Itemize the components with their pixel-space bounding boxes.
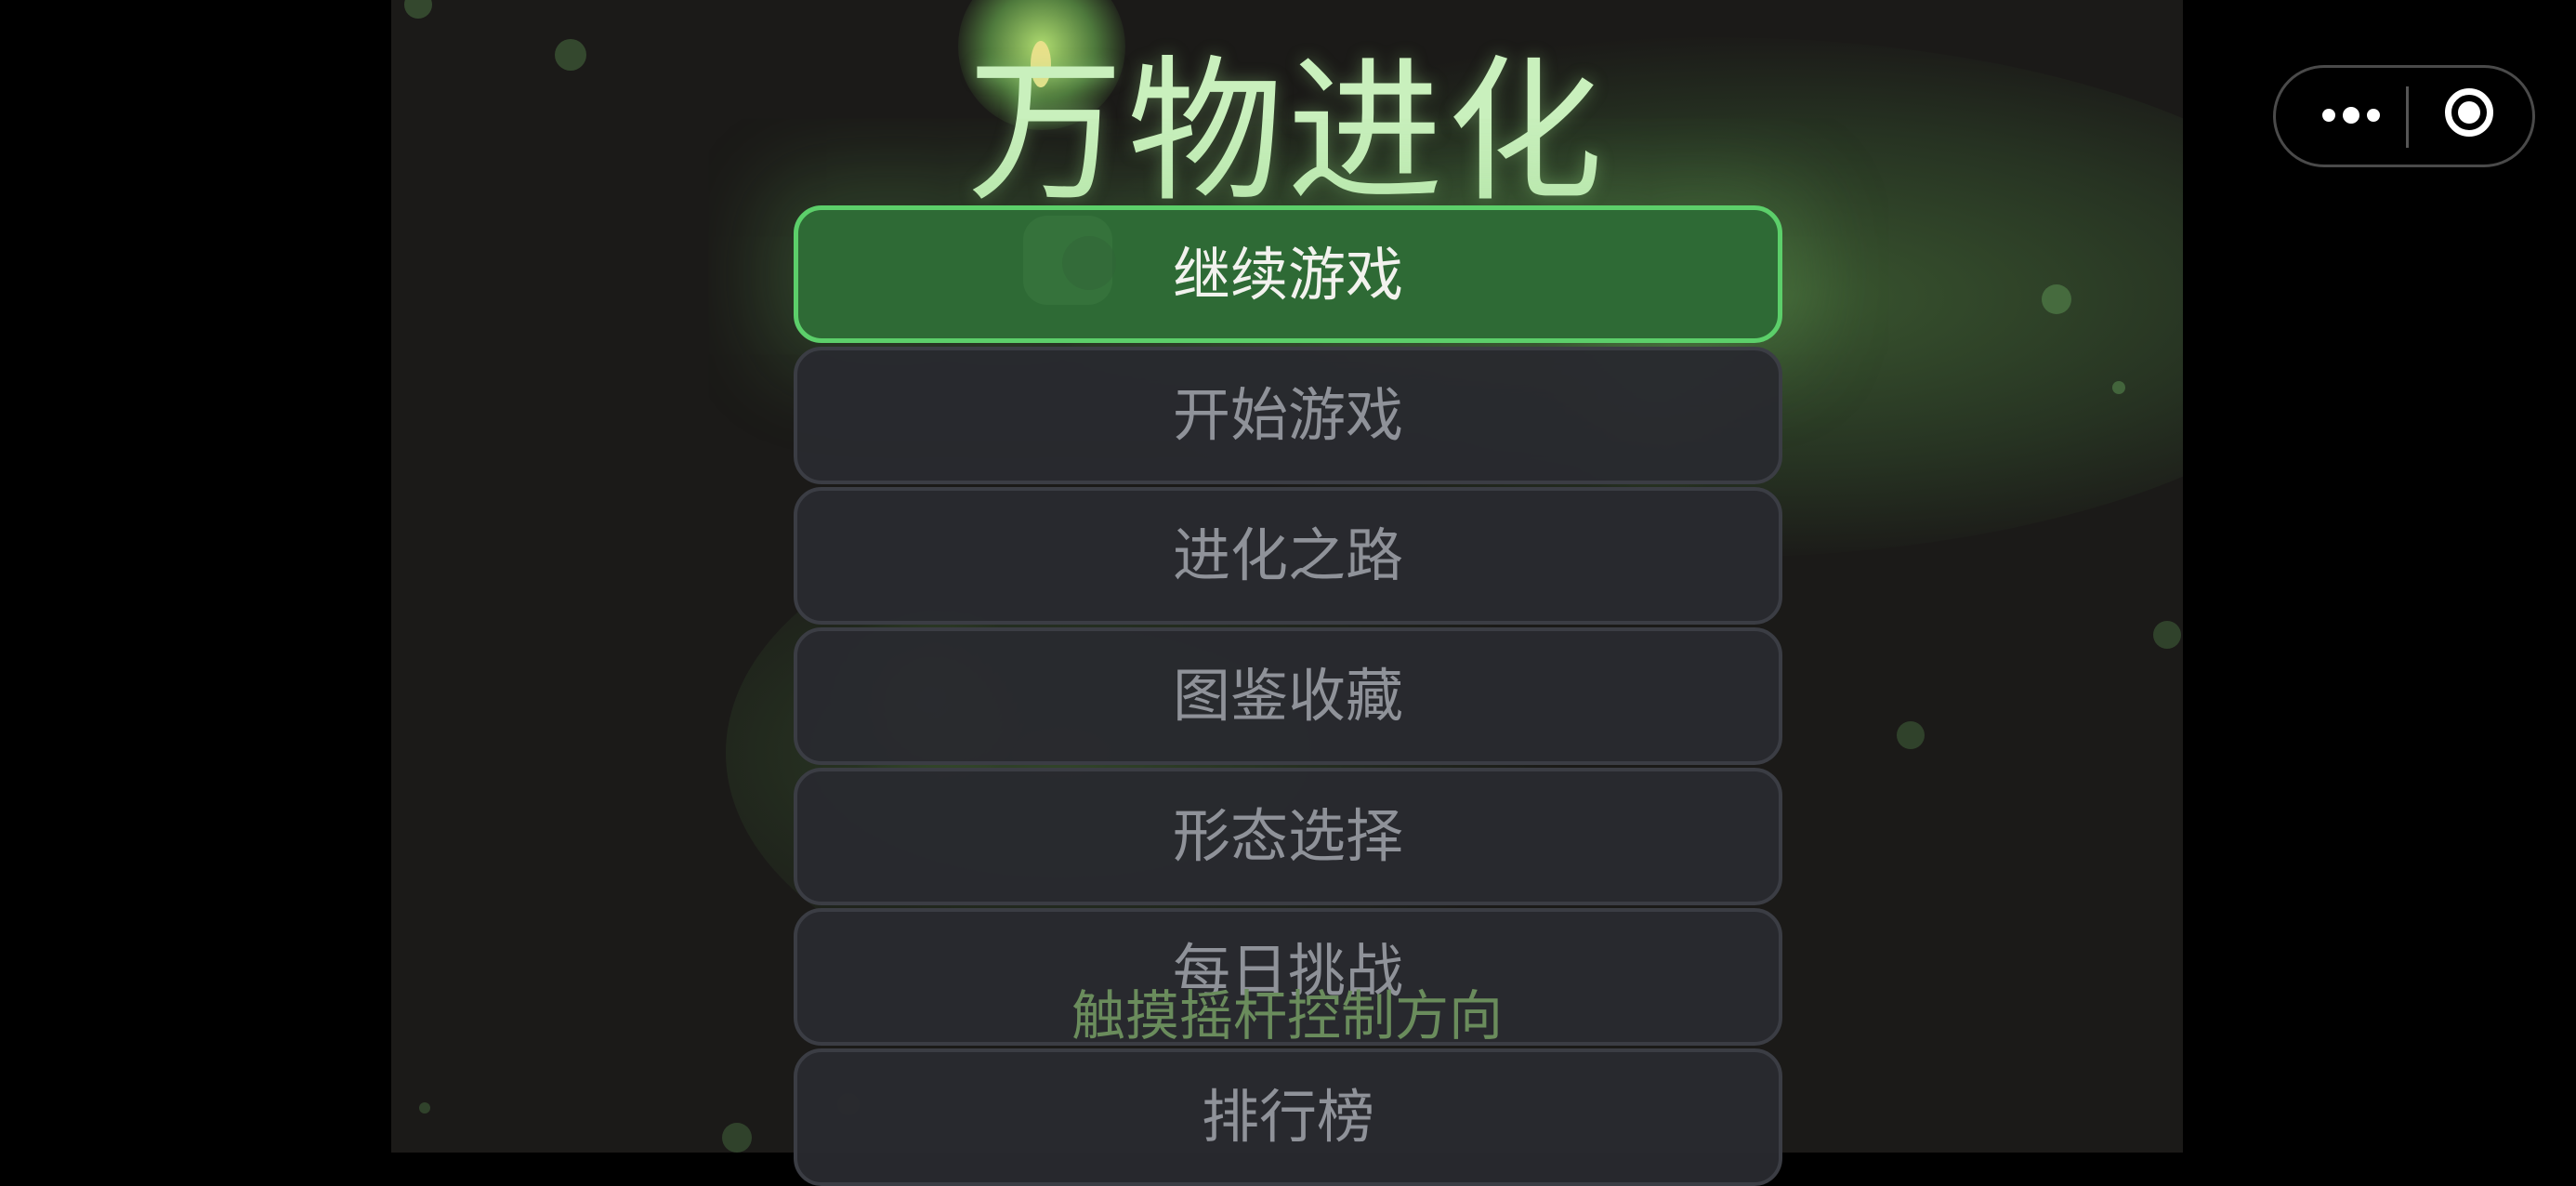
start-game-button[interactable]: 开始游戏 (794, 347, 1782, 484)
continue-game-button[interactable]: 继续游戏 (794, 205, 1782, 343)
leaderboard-button[interactable]: 排行榜 (794, 1048, 1782, 1186)
collection-button[interactable]: 图鉴收藏 (794, 627, 1782, 765)
form-select-button[interactable]: 形态选择 (794, 768, 1782, 905)
main-menu: 继续游戏 开始游戏 进化之路 图鉴收藏 形态选择 每日挑战 排行榜 触摸摇杆控制… (391, 0, 2183, 1186)
logo-watermark-cutout (1062, 236, 1116, 290)
mini-program-capsule (2273, 65, 2535, 167)
capsule-divider (2406, 86, 2409, 148)
more-dots-icon[interactable] (2307, 68, 2400, 165)
evolution-path-button[interactable]: 进化之路 (794, 487, 1782, 625)
control-hint: 触摸摇杆控制方向 (1071, 984, 1503, 1048)
target-close-icon[interactable] (2426, 68, 2519, 165)
